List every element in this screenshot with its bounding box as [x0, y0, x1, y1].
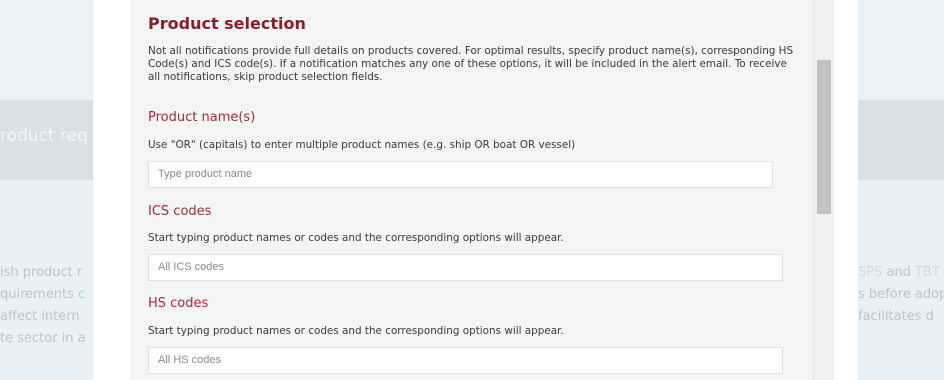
hs-codes-heading: HS codes [148, 296, 209, 311]
tbt-link[interactable]: TBT [915, 265, 940, 280]
product-names-hint: Use "OR" (capitals) to enter multiple pr… [148, 139, 576, 151]
sps-link[interactable]: SPS [858, 265, 882, 280]
scrollbar-thumb[interactable] [817, 60, 831, 214]
product-selection-description: Not all notifications provide full detai… [148, 45, 794, 83]
background-right-fragment: and [882, 265, 916, 280]
product-names-heading: Product name(s) [148, 110, 256, 125]
background-right-line: s before adop [858, 287, 944, 302]
product-selection-title: Product selection [148, 14, 306, 33]
hs-codes-select[interactable]: All HS codes [148, 347, 783, 374]
background-banner-title: roduct req [0, 126, 88, 146]
ics-codes-hint: Start typing product names or codes and … [148, 232, 564, 244]
background-left-text: ish product r quirements c affect intern… [0, 262, 95, 350]
ics-codes-select[interactable]: All ICS codes [148, 254, 783, 281]
background-left-line: affect intern [0, 309, 80, 324]
background-left-line: te sector in a [0, 331, 86, 346]
background-right-line: SPS and TBT [858, 262, 944, 284]
modal-scrollbar[interactable] [813, 0, 834, 380]
product-name-input[interactable]: Type product name [148, 161, 773, 188]
background-right-text: SPS and TBT s before adop facilitates d [858, 262, 944, 328]
hs-codes-hint: Start typing product names or codes and … [148, 325, 564, 337]
background-right-line: facilitates d [858, 309, 934, 324]
background-left-line: quirements c [0, 287, 86, 302]
ics-codes-heading: ICS codes [148, 204, 212, 219]
background-left-line: ish product r [0, 265, 83, 280]
